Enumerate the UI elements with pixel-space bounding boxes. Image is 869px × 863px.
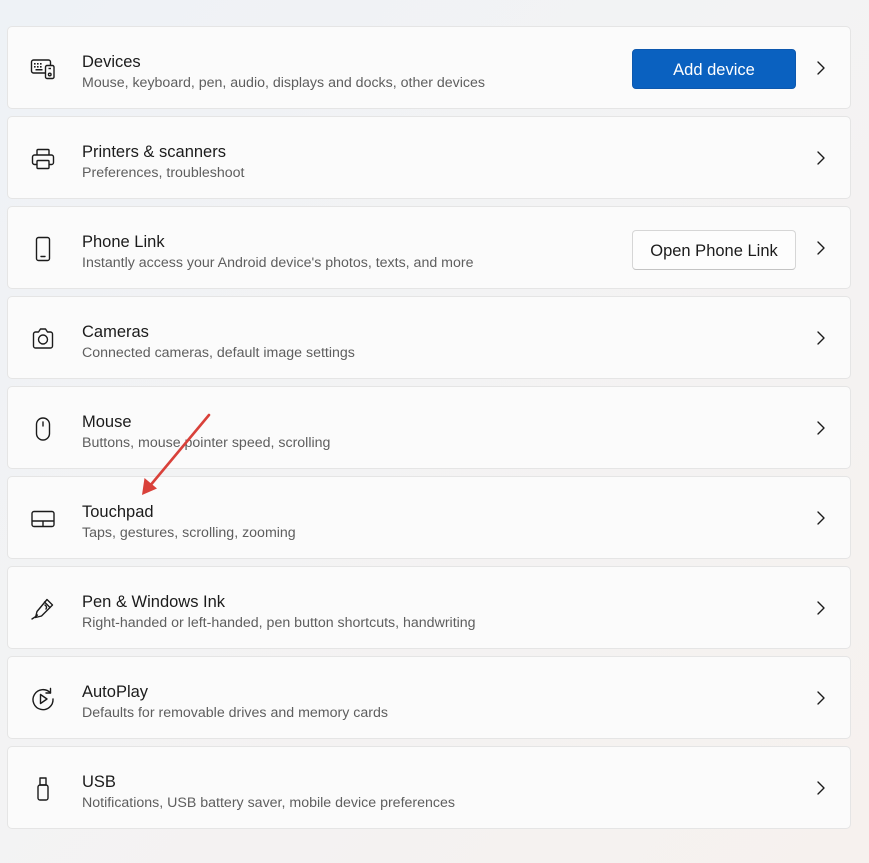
chevron-right-icon[interactable] bbox=[814, 240, 828, 256]
setting-touchpad[interactable]: Touchpad Taps, gestures, scrolling, zoom… bbox=[7, 476, 851, 559]
add-device-button[interactable]: Add device bbox=[632, 49, 796, 89]
setting-title: Printers & scanners bbox=[82, 142, 226, 162]
setting-description: Defaults for removable drives and memory… bbox=[82, 704, 388, 722]
setting-description: Instantly access your Android device's p… bbox=[82, 254, 474, 272]
setting-description: Connected cameras, default image setting… bbox=[82, 344, 355, 362]
setting-cameras[interactable]: Cameras Connected cameras, default image… bbox=[7, 296, 851, 379]
printer-icon bbox=[30, 146, 56, 172]
devices-icon bbox=[30, 56, 56, 82]
setting-title: Touchpad bbox=[82, 502, 154, 522]
setting-printers-scanners[interactable]: Printers & scanners Preferences, trouble… bbox=[7, 116, 851, 199]
setting-description: Notifications, USB battery saver, mobile… bbox=[82, 794, 455, 812]
setting-description: Preferences, troubleshoot bbox=[82, 164, 244, 182]
pen-icon bbox=[30, 596, 56, 622]
chevron-right-icon[interactable] bbox=[814, 420, 828, 436]
setting-mouse[interactable]: Mouse Buttons, mouse pointer speed, scro… bbox=[7, 386, 851, 469]
setting-title: Devices bbox=[82, 52, 141, 72]
setting-title: Mouse bbox=[82, 412, 132, 432]
mouse-icon bbox=[30, 416, 56, 442]
setting-phone-link[interactable]: Phone Link Instantly access your Android… bbox=[7, 206, 851, 289]
setting-pen-windows-ink[interactable]: Pen & Windows Ink Right-handed or left-h… bbox=[7, 566, 851, 649]
open-phone-link-button[interactable]: Open Phone Link bbox=[632, 230, 796, 270]
setting-description: Buttons, mouse pointer speed, scrolling bbox=[82, 434, 330, 452]
setting-description: Right-handed or left-handed, pen button … bbox=[82, 614, 476, 632]
phone-icon bbox=[30, 236, 56, 262]
setting-title: AutoPlay bbox=[82, 682, 148, 702]
chevron-right-icon[interactable] bbox=[814, 690, 828, 706]
chevron-right-icon[interactable] bbox=[814, 510, 828, 526]
chevron-right-icon[interactable] bbox=[814, 330, 828, 346]
touchpad-icon bbox=[30, 506, 56, 532]
chevron-right-icon[interactable] bbox=[814, 780, 828, 796]
setting-devices[interactable]: Devices Mouse, keyboard, pen, audio, dis… bbox=[7, 26, 851, 109]
chevron-right-icon[interactable] bbox=[814, 60, 828, 76]
setting-usb[interactable]: USB Notifications, USB battery saver, mo… bbox=[7, 746, 851, 829]
setting-description: Mouse, keyboard, pen, audio, displays an… bbox=[82, 74, 485, 92]
usb-icon bbox=[30, 776, 56, 802]
setting-title: Cameras bbox=[82, 322, 149, 342]
camera-icon bbox=[30, 326, 56, 352]
autoplay-icon bbox=[30, 686, 56, 712]
settings-list: Devices Mouse, keyboard, pen, audio, dis… bbox=[7, 26, 851, 836]
setting-description: Taps, gestures, scrolling, zooming bbox=[82, 524, 296, 542]
setting-title: Phone Link bbox=[82, 232, 165, 252]
chevron-right-icon[interactable] bbox=[814, 600, 828, 616]
setting-title: Pen & Windows Ink bbox=[82, 592, 225, 612]
setting-title: USB bbox=[82, 772, 116, 792]
chevron-right-icon[interactable] bbox=[814, 150, 828, 166]
setting-autoplay[interactable]: AutoPlay Defaults for removable drives a… bbox=[7, 656, 851, 739]
